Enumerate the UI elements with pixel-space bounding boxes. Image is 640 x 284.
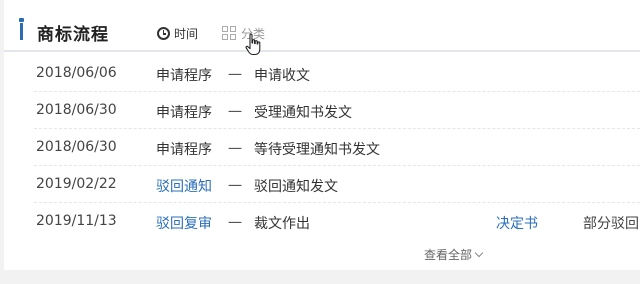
row-description: 受理通知书发文 [254,105,352,121]
title-marker-icon [19,18,24,40]
row-stage: 申请程序 [156,105,212,121]
row-dash: 一 [228,179,242,195]
row-description: 等待受理通知书发文 [254,142,380,158]
row-dash: 一 [228,68,242,84]
clock-icon [157,26,170,40]
row-stage: 申请程序 [156,68,212,84]
chevron-down-icon [474,248,484,258]
view-all-label: 查看全部 [424,248,473,262]
table-row: 2018/06/30 申请程序 一 受理通知书发文 [34,92,640,129]
table-row: 2018/06/30 申请程序 一 等待受理通知书发文 [34,129,640,166]
decision-document-link[interactable]: 决定书 [496,213,538,233]
row-description: 驳回通知发文 [254,179,338,195]
row-date: 2019/11/13 [36,213,117,229]
table-row: 2018/06/06 申请程序 一 申请收文 [34,55,640,92]
row-dash: 一 [228,216,242,232]
table-row: 2019/02/22 驳回通知 一 驳回通知发文 [34,166,640,203]
row-date: 2019/02/22 [36,176,117,192]
row-date: 2018/06/30 [36,139,117,155]
table-row: 2019/11/13 驳回复审 一 裁文作出 决定书 部分驳回 [34,203,640,239]
hand-cursor-icon [245,33,261,56]
row-date: 2018/06/06 [36,65,117,81]
grid-icon [222,26,236,40]
tab-time[interactable]: 时间 [157,23,198,43]
tab-time-label: 时间 [174,26,199,41]
row-stage-link[interactable]: 驳回通知 [156,176,212,196]
row-result: 部分驳回 [583,216,639,232]
row-description: 裁文作出 [254,216,310,232]
view-all-button[interactable]: 查看全部 [424,246,484,263]
row-dash: 一 [228,142,242,158]
card-header: 商标流程 时间 分类 [4,0,640,52]
row-dash: 一 [228,105,242,121]
row-stage-link[interactable]: 驳回复审 [156,213,212,233]
row-date: 2018/06/30 [36,102,117,118]
card-title: 商标流程 [37,25,109,45]
row-stage: 申请程序 [156,142,212,158]
trademark-process-card: 商标流程 时间 分类 2018/06/06 申请程序 一 申请收文 2018/0… [4,0,640,270]
row-description: 申请收文 [254,68,310,84]
